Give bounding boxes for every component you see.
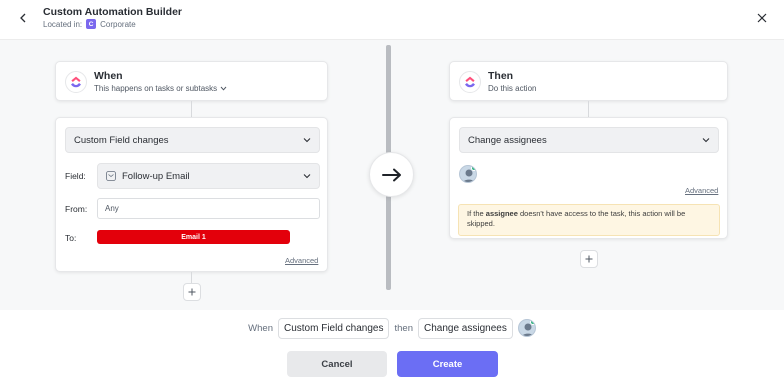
summary-when: When xyxy=(248,322,273,334)
action-header-card[interactable]: Then Do this action xyxy=(449,61,728,101)
warning-prefix: If the xyxy=(467,209,484,218)
space-name[interactable]: Corporate xyxy=(100,20,136,29)
action-title: Then xyxy=(488,70,514,82)
page-title: Custom Automation Builder xyxy=(43,6,183,18)
assignee-avatar[interactable] xyxy=(459,165,477,183)
connector-line xyxy=(191,272,192,283)
create-button[interactable]: Create xyxy=(397,351,498,377)
assignee-warning: If the assignee doesn't have access to t… xyxy=(458,204,720,236)
chevron-down-icon xyxy=(702,138,710,143)
trigger-config-card: Custom Field changes Field: Follow-up Em… xyxy=(55,117,328,272)
to-label: To: xyxy=(65,233,77,243)
chevron-left-icon xyxy=(20,13,26,23)
trigger-header-card[interactable]: When This happens on tasks or subtasks xyxy=(55,61,328,101)
modal-header: Custom Automation Builder Located in: C … xyxy=(0,0,784,40)
automation-summary: When Custom Field changes then Change as… xyxy=(0,314,784,342)
trigger-event-value: Custom Field changes xyxy=(74,134,169,146)
plus-icon xyxy=(188,288,196,296)
clickup-logo-icon xyxy=(65,71,87,93)
add-condition-button[interactable] xyxy=(183,283,201,301)
field-select[interactable]: Follow-up Email xyxy=(97,163,320,189)
from-input[interactable]: Any xyxy=(97,198,320,219)
add-action-button[interactable] xyxy=(580,250,598,268)
connector-line xyxy=(191,101,192,117)
trigger-event-select[interactable]: Custom Field changes xyxy=(65,127,320,153)
cancel-button[interactable]: Cancel xyxy=(287,351,387,377)
chevron-down-icon xyxy=(303,138,311,143)
trigger-subtitle: This happens on tasks or subtasks xyxy=(94,84,218,93)
field-value: Follow-up Email xyxy=(122,170,190,182)
clickup-logo-icon xyxy=(459,71,481,93)
action-select[interactable]: Change assignees xyxy=(459,127,719,153)
location-label: Located in: xyxy=(43,19,83,29)
space-icon: C xyxy=(86,19,97,29)
field-label: Field: xyxy=(65,171,86,181)
back-button[interactable] xyxy=(14,9,32,27)
close-button[interactable] xyxy=(753,9,771,27)
from-label: From: xyxy=(65,204,88,214)
email-field-icon xyxy=(106,171,116,181)
summary-action-chip: Change assignees xyxy=(417,317,513,339)
action-subtitle: Do this action xyxy=(488,84,537,93)
chevron-down-icon xyxy=(303,174,311,179)
trigger-scope-dropdown[interactable]: This happens on tasks or subtasks xyxy=(94,84,227,93)
location-info: Located in: C Corporate xyxy=(43,19,136,29)
trigger-title: When xyxy=(94,70,123,82)
chevron-down-icon xyxy=(220,86,227,91)
warning-bold: assignee xyxy=(485,209,518,218)
arrow-right-icon xyxy=(381,168,401,181)
close-icon xyxy=(757,13,767,23)
trigger-advanced-link[interactable]: Advanced xyxy=(285,256,318,265)
action-value: Change assignees xyxy=(468,134,547,146)
action-advanced-link[interactable]: Advanced xyxy=(685,186,718,195)
to-value-tag[interactable]: Email 1 xyxy=(97,230,290,244)
summary-trigger-chip: Custom Field changes xyxy=(277,317,390,339)
flow-arrow xyxy=(369,152,414,197)
connector-line xyxy=(588,101,589,117)
plus-icon xyxy=(585,255,593,263)
summary-then: then xyxy=(394,322,413,334)
summary-assignee-avatar xyxy=(517,319,536,337)
